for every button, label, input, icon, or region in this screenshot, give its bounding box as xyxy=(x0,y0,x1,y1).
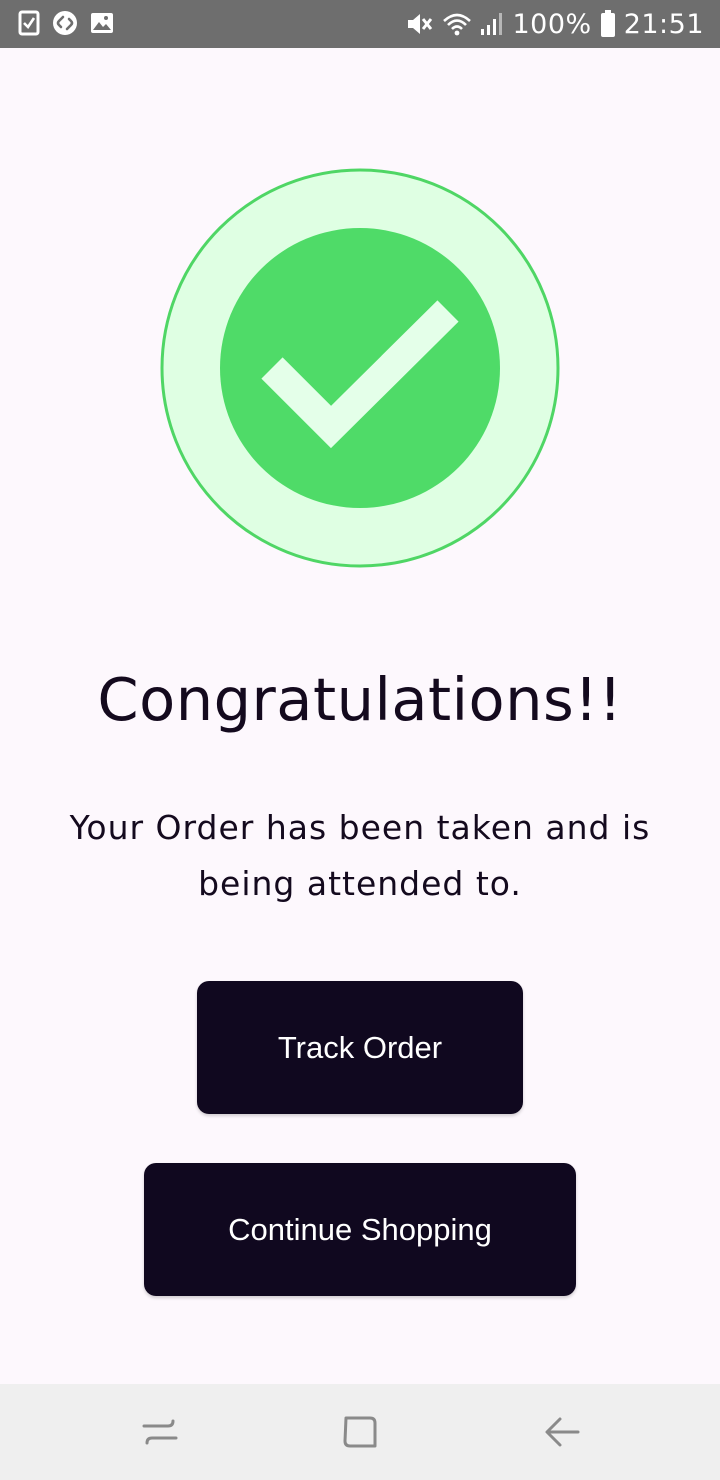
home-button[interactable] xyxy=(340,1412,380,1452)
back-icon xyxy=(545,1417,580,1447)
back-button[interactable] xyxy=(542,1412,582,1452)
inner-circle xyxy=(220,228,500,508)
recents-button[interactable] xyxy=(140,1412,180,1452)
navigation-bar xyxy=(0,1384,720,1480)
battery-percentage: 100% xyxy=(512,8,592,40)
status-left-icons xyxy=(18,10,114,36)
page-title: Congratulations!! xyxy=(97,665,623,734)
home-icon xyxy=(343,1416,377,1448)
checklist-icon xyxy=(18,10,40,36)
wifi-icon xyxy=(442,11,472,37)
battery-icon xyxy=(600,10,616,38)
mute-icon xyxy=(406,11,434,37)
check-icon xyxy=(160,168,560,568)
order-message: Your Order has been taken and is being a… xyxy=(69,808,651,903)
recents-icon xyxy=(142,1419,178,1445)
track-order-label: Track Order xyxy=(277,1029,443,1065)
image-icon xyxy=(90,12,114,34)
shazam-icon xyxy=(52,10,78,36)
status-bar: 100% 21:51 xyxy=(0,0,720,48)
status-right-icons: 100% 21:51 xyxy=(406,0,704,48)
clock: 21:51 xyxy=(623,8,704,40)
continue-shopping-button[interactable]: Continue Shopping xyxy=(144,1163,576,1296)
signal-icon xyxy=(480,11,504,37)
success-illustration xyxy=(160,168,560,568)
track-order-button[interactable]: Track Order xyxy=(197,981,523,1114)
continue-shopping-label: Continue Shopping xyxy=(228,1211,492,1247)
